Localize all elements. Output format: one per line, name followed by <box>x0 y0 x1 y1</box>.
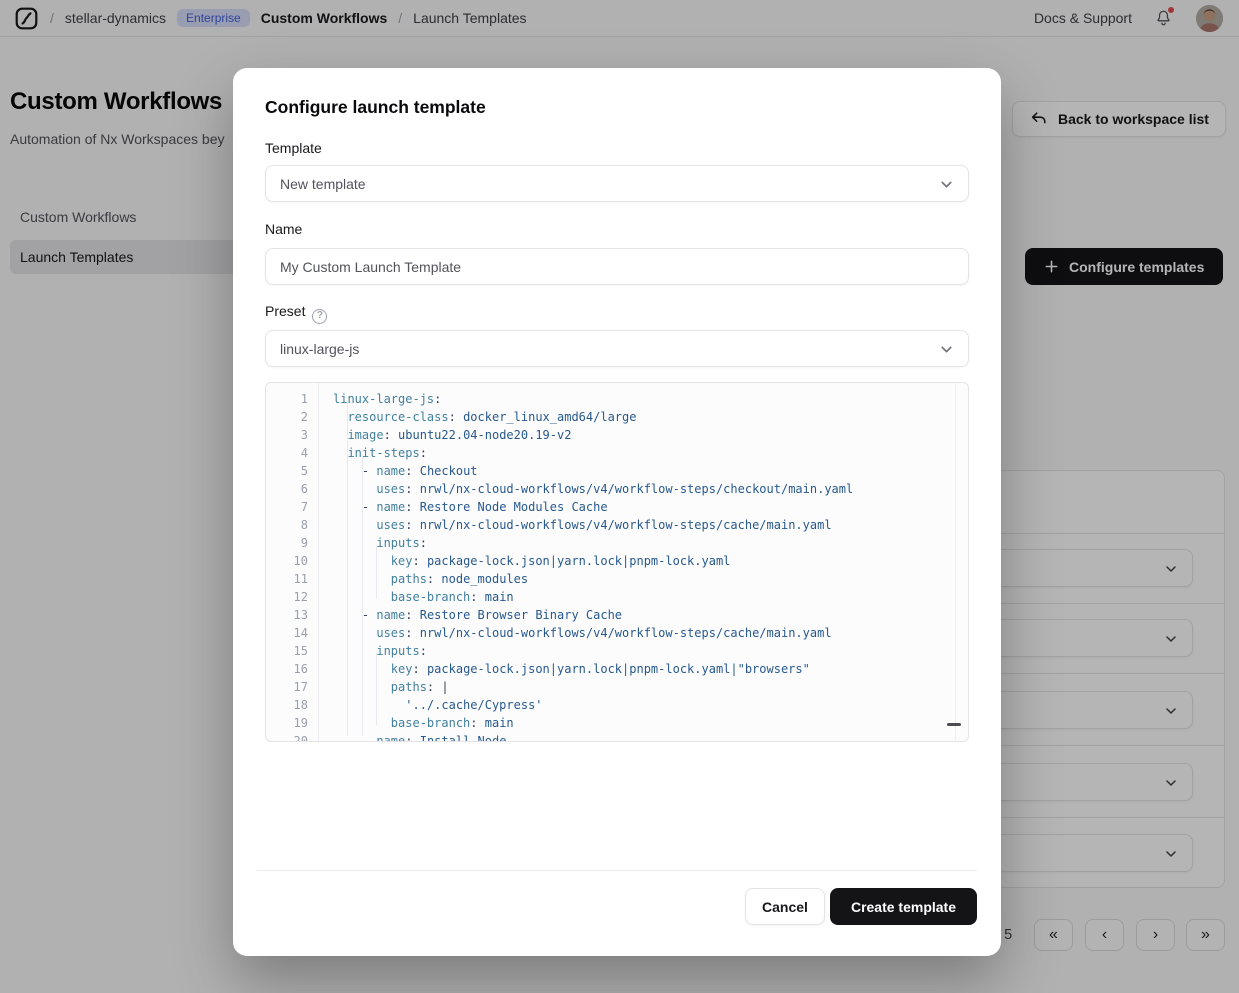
code-line: inputs: <box>333 642 968 660</box>
indent-guide <box>347 401 348 736</box>
name-input[interactable] <box>265 248 969 285</box>
code-line: base-branch: main <box>333 714 968 732</box>
help-icon[interactable]: ? <box>312 309 327 324</box>
indent-guide <box>376 653 377 725</box>
modal-footer-divider <box>257 870 977 871</box>
modal-title: Configure launch template <box>265 97 486 118</box>
line-number: 16 <box>266 660 308 678</box>
code-line: uses: nrwl/nx-cloud-workflows/v4/workflo… <box>333 516 968 534</box>
line-number: 11 <box>266 570 308 588</box>
code-line: - name: Restore Node Modules Cache <box>333 498 968 516</box>
preset-select[interactable]: linux-large-js <box>265 330 969 367</box>
code-line: - name: Restore Browser Binary Cache <box>333 606 968 624</box>
line-number: 13 <box>266 606 308 624</box>
chevron-down-icon <box>938 341 955 358</box>
code-line: inputs: <box>333 534 968 552</box>
indent-guide <box>376 545 377 599</box>
code-line: linux-large-js: <box>333 390 968 408</box>
preset-label-text: Preset <box>265 303 305 319</box>
app-window: / stellar-dynamics Enterprise Custom Wor… <box>0 0 1239 993</box>
code-line: - name: Install Node <box>333 732 968 741</box>
code-line: image: ubuntu22.04-node20.19-v2 <box>333 426 968 444</box>
line-number: 2 <box>266 408 308 426</box>
code-line: init-steps: <box>333 444 968 462</box>
line-number: 19 <box>266 714 308 732</box>
line-number: 5 <box>266 462 308 480</box>
line-number: 9 <box>266 534 308 552</box>
template-select-value: New template <box>280 176 366 192</box>
line-number: 14 <box>266 624 308 642</box>
line-number: 7 <box>266 498 308 516</box>
code-line: - name: Checkout <box>333 462 968 480</box>
line-number: 8 <box>266 516 308 534</box>
preset-label: Preset? <box>265 303 327 324</box>
indent-guide <box>362 455 363 736</box>
code-line: uses: nrwl/nx-cloud-workflows/v4/workflo… <box>333 624 968 642</box>
line-number: 6 <box>266 480 308 498</box>
chevron-down-icon <box>938 176 955 193</box>
code-line: paths: | <box>333 678 968 696</box>
editor-line-numbers: 1234567891011121314151617181920 <box>266 383 319 741</box>
line-number: 10 <box>266 552 308 570</box>
code-line: key: package-lock.json|yarn.lock|pnpm-lo… <box>333 660 968 678</box>
template-label: Template <box>265 140 322 156</box>
line-number: 20 <box>266 732 308 742</box>
editor-code-area[interactable]: linux-large-js: resource-class: docker_l… <box>319 383 968 741</box>
create-template-button[interactable]: Create template <box>830 888 977 925</box>
line-number: 17 <box>266 678 308 696</box>
editor-scrollbar-track <box>955 384 956 740</box>
preset-select-value: linux-large-js <box>280 341 359 357</box>
line-number: 4 <box>266 444 308 462</box>
configure-launch-template-modal: Configure launch template Template New t… <box>233 68 1001 956</box>
yaml-code-editor[interactable]: 1234567891011121314151617181920 linux-la… <box>265 382 969 742</box>
line-number: 18 <box>266 696 308 714</box>
template-select[interactable]: New template <box>265 165 969 202</box>
line-number: 3 <box>266 426 308 444</box>
line-number: 15 <box>266 642 308 660</box>
line-number: 1 <box>266 390 308 408</box>
line-number: 12 <box>266 588 308 606</box>
cancel-button[interactable]: Cancel <box>745 888 825 925</box>
code-line: paths: node_modules <box>333 570 968 588</box>
code-line: base-branch: main <box>333 588 968 606</box>
code-line: resource-class: docker_linux_amd64/large <box>333 408 968 426</box>
code-line: '../.cache/Cypress' <box>333 696 968 714</box>
code-line: key: package-lock.json|yarn.lock|pnpm-lo… <box>333 552 968 570</box>
code-line: uses: nrwl/nx-cloud-workflows/v4/workflo… <box>333 480 968 498</box>
name-label: Name <box>265 221 302 237</box>
editor-scrollbar-thumb[interactable] <box>947 723 961 726</box>
